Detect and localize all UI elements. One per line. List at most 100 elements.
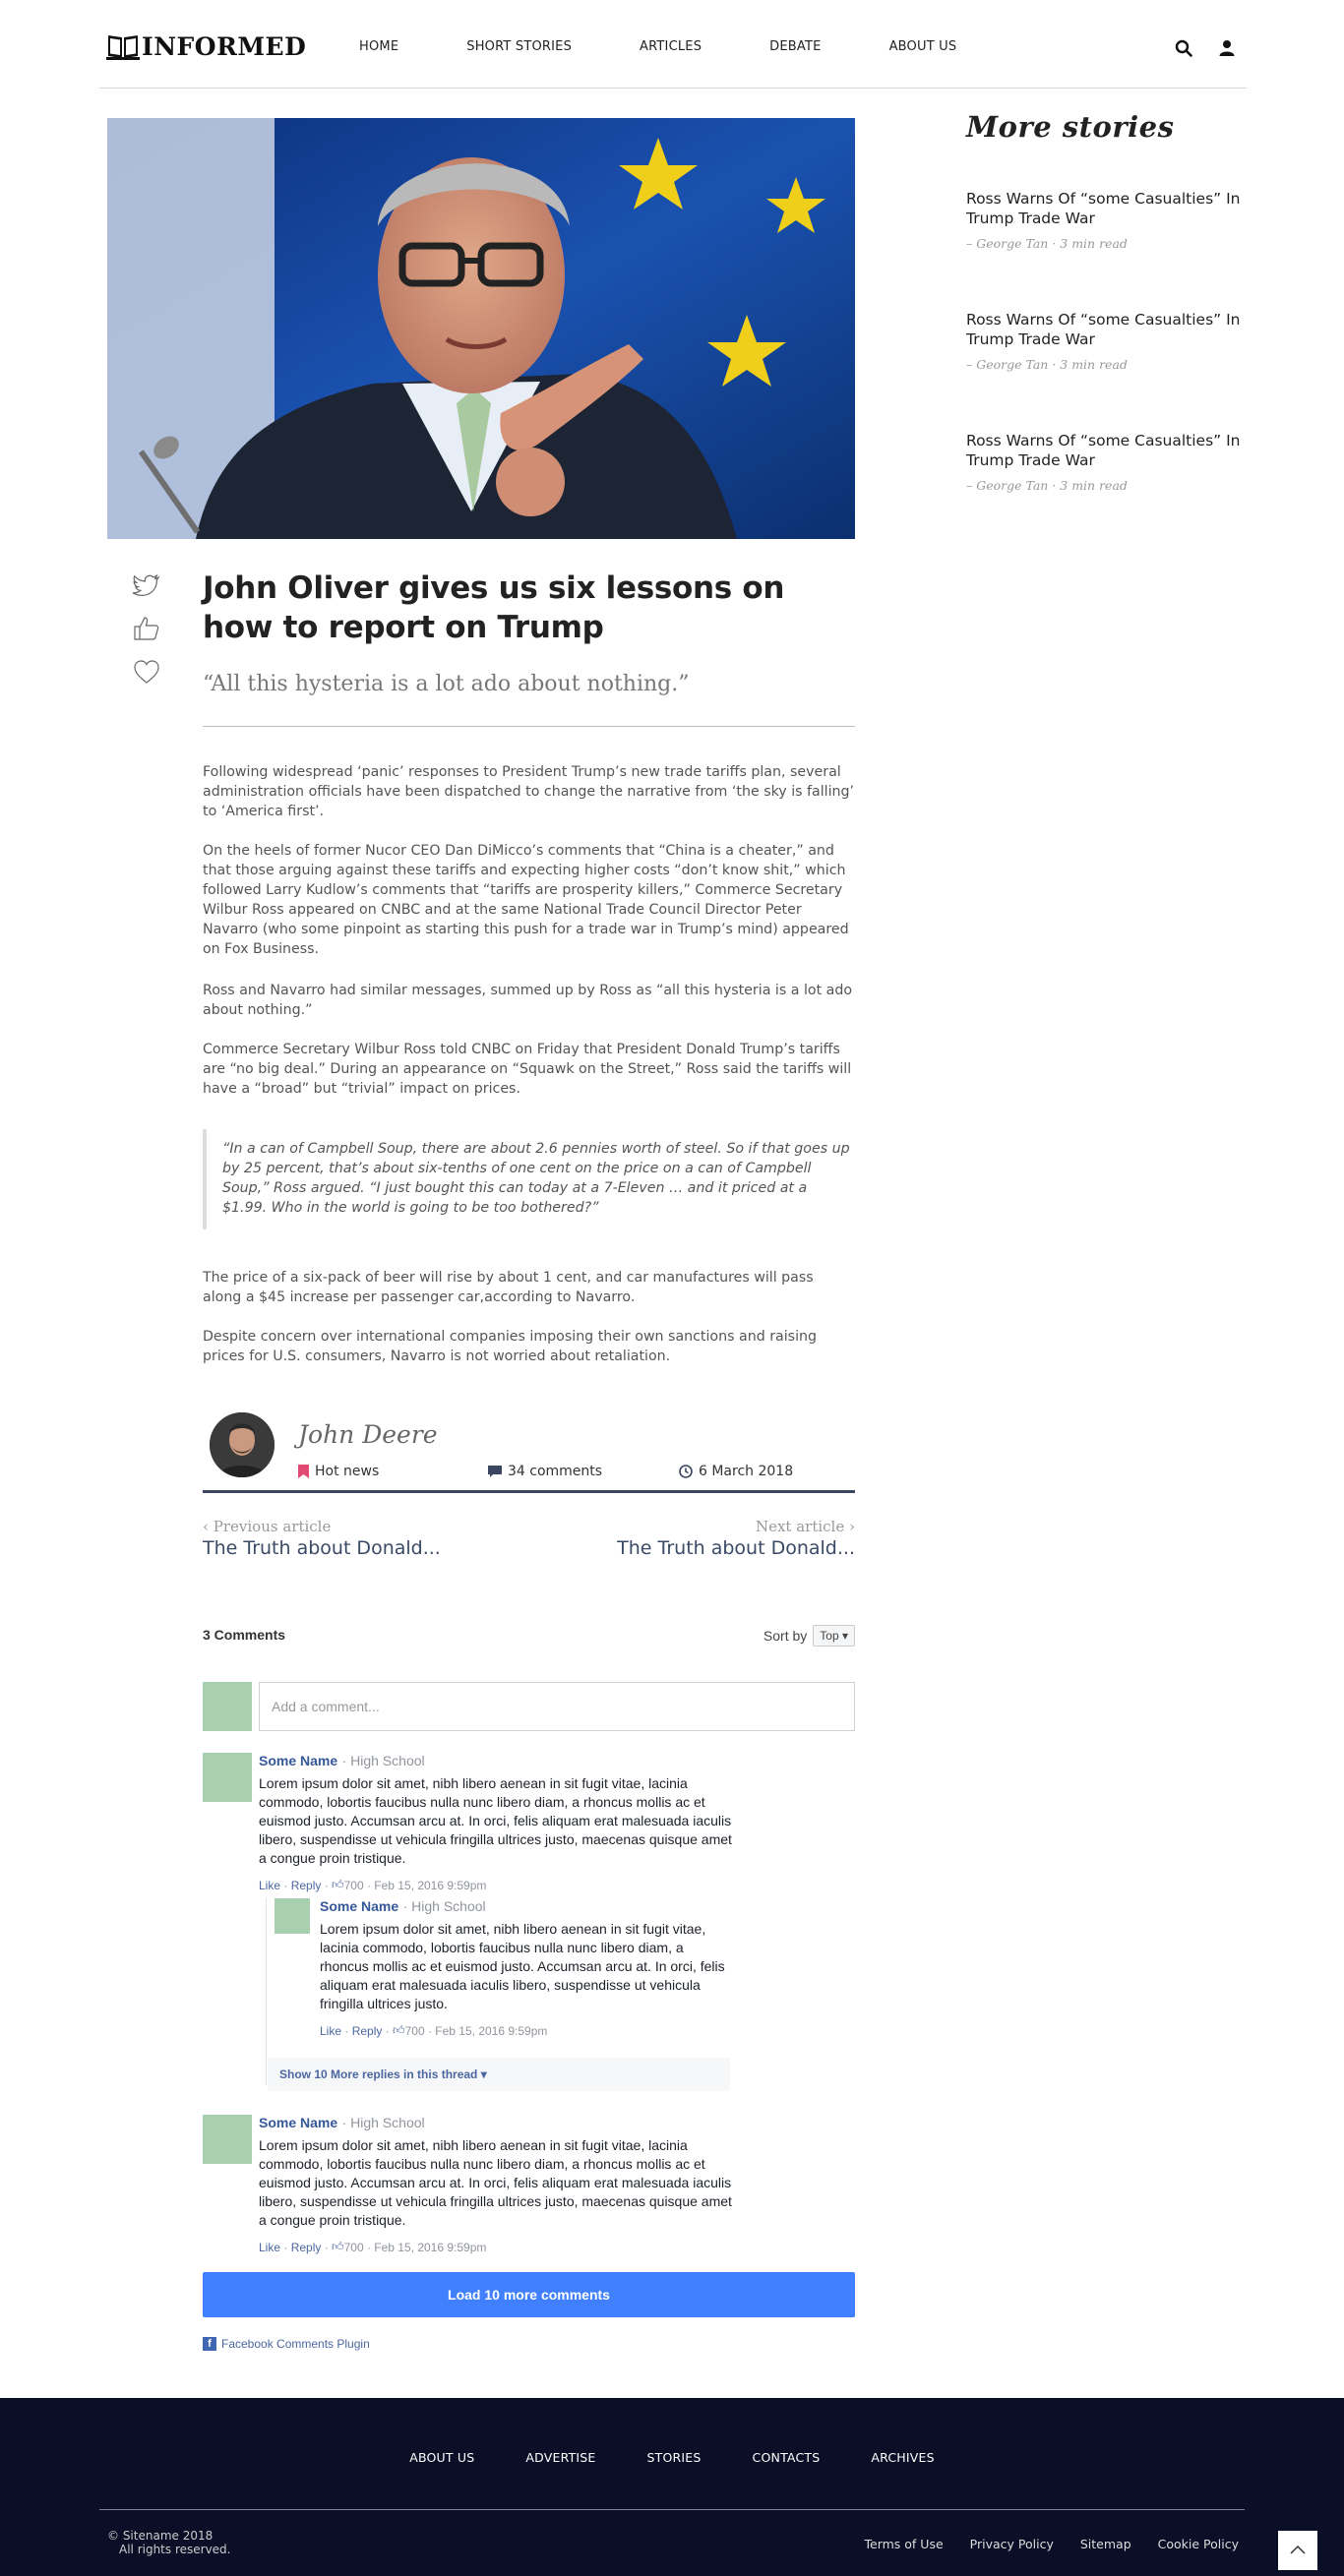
copyright: © Sitename 2018 All rights reserved. bbox=[107, 2529, 231, 2556]
add-comment-row: Add a comment... bbox=[203, 1682, 855, 1731]
article-category[interactable]: Hot news bbox=[298, 1464, 379, 1479]
thumbs-up-icon: 👍︎ bbox=[332, 1878, 344, 1891]
article-title: John Oliver gives us six lessons on how … bbox=[203, 570, 785, 646]
twitter-icon[interactable] bbox=[132, 570, 161, 600]
article-blockquote: “In a can of Campbell Soup, there are ab… bbox=[203, 1129, 855, 1229]
previous-label: ‹ Previous article bbox=[203, 1518, 332, 1535]
reply-link[interactable]: Reply bbox=[291, 2241, 322, 2254]
story-item[interactable]: Ross Warns Of “some Casualties” In Trump… bbox=[966, 431, 1242, 493]
avatar bbox=[203, 1682, 252, 1731]
like-link[interactable]: Like bbox=[320, 2024, 341, 2038]
heart-icon[interactable] bbox=[132, 657, 161, 687]
nav-about-us[interactable]: ABOUT US bbox=[889, 39, 957, 54]
site-logo[interactable]: INFORMED bbox=[106, 31, 306, 61]
reply-link[interactable]: Reply bbox=[352, 2024, 383, 2038]
footer-nav-advertise[interactable]: ADVERTISE bbox=[525, 2450, 595, 2465]
hero-image bbox=[107, 118, 855, 539]
next-article-link[interactable]: Next article › The Truth about Donald... bbox=[617, 1518, 855, 1559]
author-name[interactable]: John Deere bbox=[298, 1420, 438, 1449]
story-item[interactable]: Ross Warns Of “some Casualties” In Trump… bbox=[966, 310, 1242, 372]
copyright-line: © Sitename 2018 bbox=[107, 2529, 214, 2543]
chevron-up-icon bbox=[1290, 2545, 1306, 2554]
footer-nav-contacts[interactable]: CONTACTS bbox=[753, 2450, 821, 2465]
like-link[interactable]: Like bbox=[259, 1879, 280, 1892]
like-link[interactable]: Like bbox=[259, 2241, 280, 2254]
article-date: 6 March 2018 bbox=[679, 1464, 793, 1479]
thumbs-up-icon[interactable] bbox=[132, 614, 161, 643]
nav-short-stories[interactable]: SHORT STORIES bbox=[466, 39, 572, 54]
previous-article-link[interactable]: ‹ Previous article The Truth about Donal… bbox=[203, 1518, 441, 1559]
footer-link-cookie[interactable]: Cookie Policy bbox=[1158, 2537, 1239, 2551]
story-title[interactable]: Ross Warns Of “some Casualties” In Trump… bbox=[966, 310, 1242, 349]
article-comments-count[interactable]: 34 comments bbox=[488, 1464, 602, 1479]
comment-text: Lorem ipsum dolor sit amet, nibh libero … bbox=[259, 1775, 732, 1866]
more-stories-title: More stories bbox=[966, 110, 1175, 144]
commenter-name[interactable]: Some Name bbox=[259, 1753, 337, 1768]
next-title: The Truth about Donald... bbox=[617, 1537, 855, 1559]
avatar-photo bbox=[210, 1412, 275, 1477]
story-title[interactable]: Ross Warns Of “some Casualties” In Trump… bbox=[966, 189, 1242, 228]
story-meta: – George Tan · 3 min read bbox=[966, 357, 1128, 372]
footer-link-sitemap[interactable]: Sitemap bbox=[1080, 2537, 1131, 2551]
bookmark-icon bbox=[298, 1465, 309, 1478]
facebook-plugin-link[interactable]: f Facebook Comments Plugin bbox=[203, 2337, 370, 2351]
book-icon bbox=[106, 35, 140, 60]
back-to-top-button[interactable] bbox=[1278, 2531, 1317, 2570]
author-meta: John Deere Hot news 34 comments 6 March … bbox=[203, 1412, 855, 1493]
footer-nav-archives[interactable]: ARCHIVES bbox=[871, 2450, 934, 2465]
clock-icon bbox=[679, 1465, 693, 1478]
nav-debate[interactable]: DEBATE bbox=[769, 39, 821, 54]
social-share-bar bbox=[132, 570, 161, 700]
commenter-school: · High School bbox=[341, 2115, 425, 2130]
comment-time[interactable]: Feb 15, 2016 9:59pm bbox=[374, 2241, 486, 2254]
show-more-replies-button[interactable]: Show 10 More replies in this thread ▾ bbox=[268, 2058, 730, 2091]
footer-nav-stories[interactable]: STORIES bbox=[647, 2450, 702, 2465]
article-paragraph: The price of a six-pack of beer will ris… bbox=[203, 1270, 814, 1305]
hero-photo bbox=[107, 118, 855, 539]
sort-label: Sort by bbox=[763, 1628, 808, 1644]
footer-link-privacy[interactable]: Privacy Policy bbox=[970, 2537, 1054, 2551]
more-replies-label: Show 10 More replies in this thread bbox=[279, 2067, 478, 2081]
story-meta: – George Tan · 3 min read bbox=[966, 478, 1128, 493]
user-icon[interactable] bbox=[1218, 39, 1236, 57]
article-subtitle: “All this hysteria is a lot ado about no… bbox=[203, 671, 690, 696]
site-footer: ABOUT US ADVERTISE STORIES CONTACTS ARCH… bbox=[0, 2398, 1344, 2576]
comment-input[interactable]: Add a comment... bbox=[259, 1682, 855, 1731]
comment-time[interactable]: Feb 15, 2016 9:59pm bbox=[435, 2024, 547, 2038]
comments-header: 3 Comments Sort by Top ▾ bbox=[203, 1623, 855, 1652]
author-avatar[interactable] bbox=[210, 1412, 275, 1477]
commenter-school: · High School bbox=[341, 1753, 425, 1768]
load-more-comments-button[interactable]: Load 10 more comments bbox=[203, 2272, 855, 2317]
rights-line: All rights reserved. bbox=[119, 2543, 231, 2556]
chevron-down-icon: ▾ bbox=[480, 2067, 487, 2081]
comment-time[interactable]: Feb 15, 2016 9:59pm bbox=[374, 1879, 486, 1892]
thumbs-up-icon: 👍︎ bbox=[393, 2023, 405, 2037]
nav-home[interactable]: HOME bbox=[359, 39, 398, 54]
sidebar: More stories Ross Warns Of “some Casualt… bbox=[966, 110, 1261, 493]
sort-value: Top bbox=[820, 1629, 839, 1643]
reply-link[interactable]: Reply bbox=[291, 1879, 322, 1892]
comments-section: 3 Comments Sort by Top ▾ Add a comment..… bbox=[203, 1623, 855, 2351]
plugin-label: Facebook Comments Plugin bbox=[221, 2337, 370, 2351]
story-title[interactable]: Ross Warns Of “some Casualties” In Trump… bbox=[966, 431, 1242, 470]
sort-control: Sort by Top ▾ bbox=[764, 1625, 855, 1647]
comment-text: Lorem ipsum dolor sit amet, nibh libero … bbox=[259, 2137, 732, 2228]
article-paragraph: Ross and Navarro had similar messages, s… bbox=[203, 983, 853, 1018]
quote-text: “In a can of Campbell Soup, there are ab… bbox=[222, 1141, 850, 1216]
commenter-name[interactable]: Some Name bbox=[259, 2115, 337, 2130]
footer-nav: ABOUT US ADVERTISE STORIES CONTACTS ARCH… bbox=[0, 2450, 1344, 2465]
thumbs-up-icon: 👍︎ bbox=[332, 2240, 344, 2253]
avatar bbox=[275, 1898, 310, 1934]
footer-link-terms[interactable]: Terms of Use bbox=[865, 2537, 944, 2551]
commenter-name[interactable]: Some Name bbox=[320, 1898, 398, 1914]
story-item[interactable]: Ross Warns Of “some Casualties” In Trump… bbox=[966, 189, 1242, 251]
footer-nav-about-us[interactable]: ABOUT US bbox=[409, 2450, 474, 2465]
article-paragraph: On the heels of former Nucor CEO Dan DiM… bbox=[203, 843, 849, 957]
article-header: John Oliver gives us six lessons on how … bbox=[203, 569, 855, 727]
search-icon[interactable] bbox=[1175, 39, 1192, 57]
sort-dropdown[interactable]: Top ▾ bbox=[813, 1625, 855, 1647]
nav-articles[interactable]: ARTICLES bbox=[640, 39, 702, 54]
footer-divider bbox=[99, 2509, 1245, 2510]
title-divider bbox=[203, 725, 855, 727]
comment-icon bbox=[488, 1465, 502, 1477]
